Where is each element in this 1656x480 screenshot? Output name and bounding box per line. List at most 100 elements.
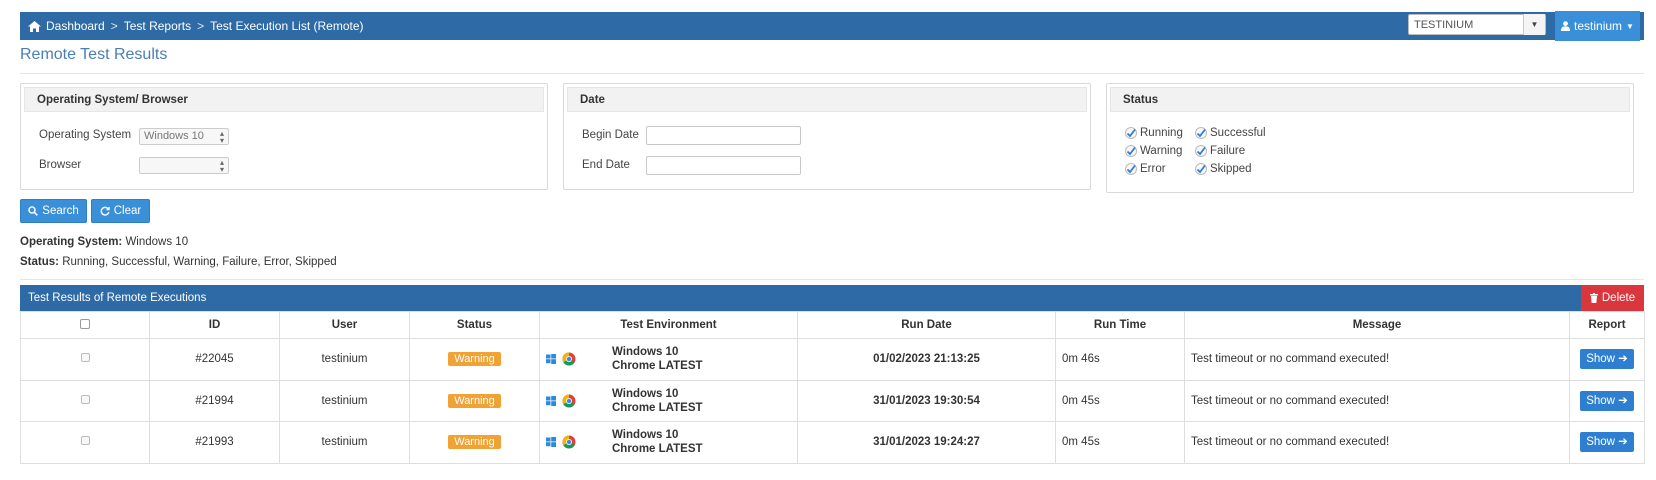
row-checkbox[interactable] <box>80 353 90 363</box>
show-report-label: Show <box>1586 353 1615 366</box>
windows-icon <box>546 354 556 365</box>
table-row: #21994 testinium Warning Windows 10 Chro… <box>20 379 1645 422</box>
row-select-cell <box>20 338 150 381</box>
summary-status: Status: Running, Successful, Warning, Fa… <box>20 256 337 268</box>
search-button[interactable]: Search <box>20 199 87 223</box>
updown-icon: ▴ ▾ <box>219 158 224 174</box>
search-button-label: Search <box>42 205 79 217</box>
column-header-run-date[interactable]: Run Date <box>797 311 1056 339</box>
status-badge: Warning <box>448 393 501 408</box>
status-checkbox-successful[interactable]: Successful <box>1195 127 1266 139</box>
row-status-cell: Warning <box>409 421 540 464</box>
status-checkbox-error[interactable]: Error <box>1125 163 1166 175</box>
checkmark-icon <box>1125 145 1137 157</box>
status-badge: Warning <box>448 435 501 450</box>
breadcrumb-test-reports[interactable]: Test Reports <box>124 19 191 33</box>
browser-select[interactable]: ▴ ▾ <box>139 157 229 174</box>
breadcrumb-dashboard[interactable]: Dashboard <box>46 19 105 33</box>
row-run-date: 31/01/2023 19:30:54 <box>797 379 1056 422</box>
caret-down-icon[interactable]: ▼ <box>1523 14 1545 35</box>
date-panel-title: Date <box>567 87 1087 112</box>
status-checkbox-failure[interactable]: Failure <box>1195 145 1245 157</box>
column-header-report: Report <box>1569 311 1645 339</box>
user-menu[interactable]: testinium ▼ <box>1555 11 1640 41</box>
row-message: Test timeout or no command executed! <box>1184 379 1570 422</box>
user-icon <box>1561 21 1571 31</box>
status-label-skipped: Skipped <box>1210 163 1252 175</box>
os-select-value: Windows 10 <box>144 130 204 142</box>
column-header-id[interactable]: ID <box>149 311 280 339</box>
clear-button-label: Clear <box>113 205 142 217</box>
row-message: Test timeout or no command executed! <box>1184 421 1570 464</box>
column-header-test-environment[interactable]: Test Environment <box>539 311 798 339</box>
row-run-time: 0m 46s <box>1055 338 1185 381</box>
project-select-value: TESTINIUM <box>1414 18 1474 31</box>
row-user: testinium <box>279 338 410 381</box>
refresh-icon <box>100 206 110 216</box>
checkmark-icon <box>1195 163 1207 175</box>
status-label-failure: Failure <box>1210 145 1246 157</box>
status-label-warning: Warning <box>1140 145 1183 157</box>
row-env-browser: Chrome LATEST <box>612 443 703 456</box>
row-user: testinium <box>279 421 410 464</box>
os-label: Operating System <box>39 129 132 141</box>
row-run-date: 31/01/2023 19:24:27 <box>797 421 1056 464</box>
clear-button[interactable]: Clear <box>91 199 150 223</box>
row-select-cell <box>20 421 150 464</box>
status-panel: Status Running Successful Warning Failur… <box>1106 83 1634 193</box>
end-date-label: End Date <box>582 159 630 171</box>
row-checkbox[interactable] <box>80 394 90 404</box>
date-panel: Date Begin Date End Date <box>563 83 1091 190</box>
page-title: Remote Test Results <box>20 46 168 63</box>
arrow-right-icon: ➔ <box>1618 353 1628 366</box>
table-row: #21993 testinium Warning Windows 10 Chro… <box>20 421 1645 464</box>
breadcrumb: Dashboard > Test Reports > Test Executio… <box>20 19 364 33</box>
os-browser-panel-title: Operating System/ Browser <box>24 87 544 112</box>
row-status-cell: Warning <box>409 379 540 422</box>
show-report-button[interactable]: Show ➔ <box>1580 432 1634 453</box>
row-run-time: 0m 45s <box>1055 379 1185 422</box>
results-title: Test Results of Remote Executions <box>28 292 207 304</box>
table-row: #22045 testinium Warning Windows 10 Chro… <box>20 338 1645 381</box>
arrow-right-icon: ➔ <box>1618 436 1628 449</box>
row-env-os: Windows 10 <box>612 387 679 400</box>
home-icon <box>28 20 41 32</box>
status-label-successful: Successful <box>1210 127 1266 139</box>
caret-down-icon: ▼ <box>1626 21 1634 31</box>
show-report-button[interactable]: Show ➔ <box>1580 390 1634 411</box>
status-checkbox-running[interactable]: Running <box>1125 127 1183 139</box>
status-checkbox-skipped[interactable]: Skipped <box>1195 163 1252 175</box>
column-header-run-time[interactable]: Run Time <box>1055 311 1185 339</box>
begin-date-input[interactable] <box>646 126 801 145</box>
show-report-button[interactable]: Show ➔ <box>1580 349 1634 370</box>
os-select[interactable]: Windows 10 ▴ ▾ <box>139 128 229 145</box>
chrome-icon <box>562 352 576 366</box>
select-all-checkbox[interactable] <box>80 318 90 329</box>
row-user: testinium <box>279 379 410 422</box>
search-icon <box>28 206 39 216</box>
summary-status-value: Running, Successful, Warning, Failure, E… <box>62 256 337 268</box>
column-header-message[interactable]: Message <box>1184 311 1570 339</box>
os-browser-panel: Operating System/ Browser Operating Syst… <box>20 83 548 190</box>
row-report-cell: Show ➔ <box>1569 379 1645 422</box>
chrome-icon <box>562 435 576 449</box>
select-all-cell <box>20 311 150 339</box>
column-header-user[interactable]: User <box>279 311 410 339</box>
breadcrumb-current: Test Execution List (Remote) <box>210 19 364 33</box>
arrow-right-icon: ➔ <box>1618 394 1628 407</box>
show-report-label: Show <box>1586 436 1615 449</box>
checkmark-icon <box>1195 127 1207 139</box>
end-date-input[interactable] <box>646 156 801 175</box>
checkmark-icon <box>1195 145 1207 157</box>
begin-date-label: Begin Date <box>582 129 639 141</box>
row-checkbox[interactable] <box>80 436 90 446</box>
delete-button[interactable]: Delete <box>1581 285 1644 311</box>
user-name: testinium <box>1574 19 1623 33</box>
row-select-cell <box>20 379 150 422</box>
top-bar: Dashboard > Test Reports > Test Executio… <box>20 11 1644 41</box>
column-header-status[interactable]: Status <box>409 311 540 339</box>
status-checkbox-warning[interactable]: Warning <box>1125 145 1182 157</box>
row-run-date: 01/02/2023 21:13:25 <box>797 338 1056 381</box>
status-label-error: Error <box>1140 163 1166 175</box>
project-select[interactable]: TESTINIUM ▼ <box>1408 14 1546 35</box>
